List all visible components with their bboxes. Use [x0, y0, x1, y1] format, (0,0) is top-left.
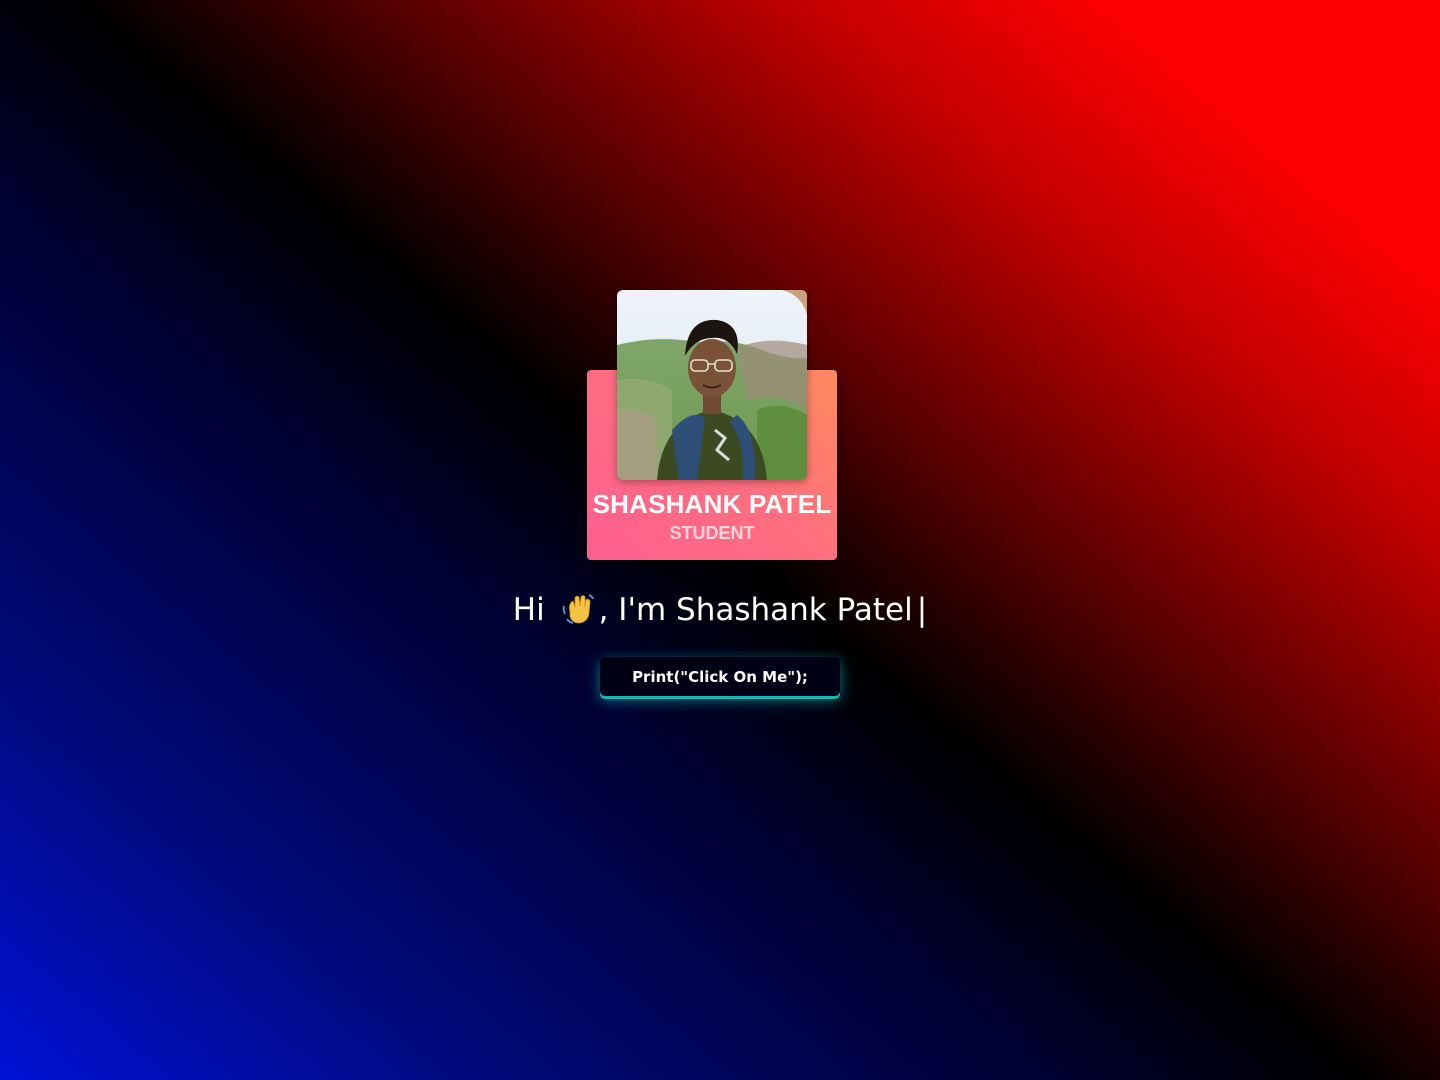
- profile-role: STUDENT: [669, 523, 755, 543]
- greeting-suffix: , I'm Shashank Patel: [598, 592, 913, 628]
- typing-cursor: |: [916, 592, 928, 628]
- profile-name: SHASHANK PATEL: [592, 489, 832, 519]
- greeting-prefix: Hi: [512, 592, 545, 628]
- profile-photo: [617, 290, 807, 480]
- click-on-me-button[interactable]: Print("Click On Me");: [600, 657, 840, 696]
- greeting-text: Hi , I'm Shashank Patel |: [0, 592, 1440, 634]
- profile-photo-image: [617, 290, 807, 480]
- waving-hand-icon: [561, 592, 595, 634]
